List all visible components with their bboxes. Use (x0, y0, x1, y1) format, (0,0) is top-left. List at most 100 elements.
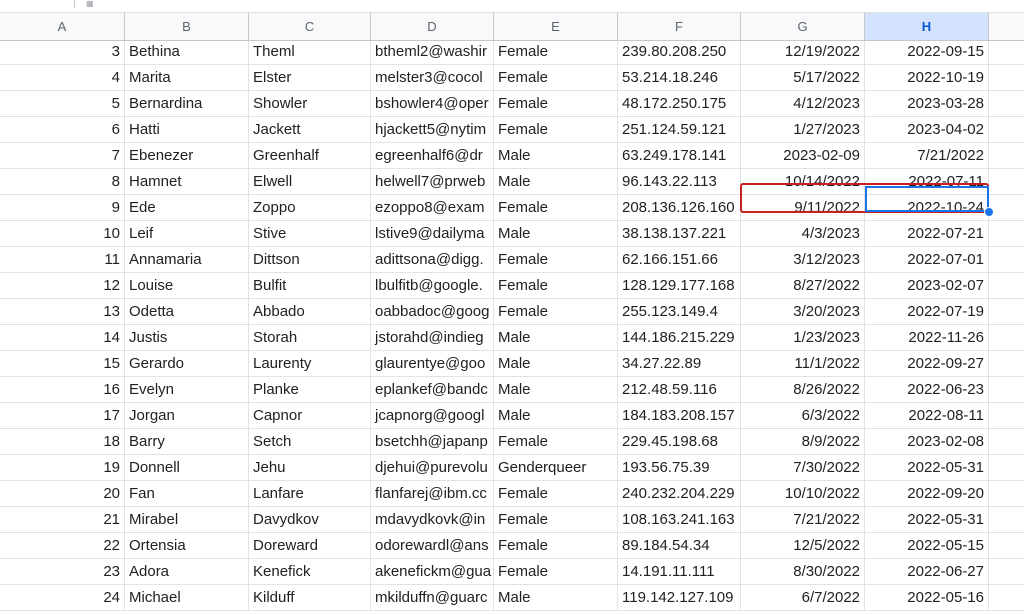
cell-a[interactable]: 19 (0, 455, 125, 481)
cell-b[interactable]: Ortensia (125, 533, 249, 559)
cell-a[interactable]: 16 (0, 377, 125, 403)
cell-c[interactable]: Planke (249, 377, 371, 403)
cell-c[interactable]: Kilduff (249, 585, 371, 611)
cell-h[interactable]: 2023-02-08 (865, 429, 989, 455)
cell-h[interactable]: 2022-07-01 (865, 247, 989, 273)
cell-b[interactable]: Michael (125, 585, 249, 611)
cell-c[interactable]: Showler (249, 91, 371, 117)
cell-c[interactable]: Elster (249, 65, 371, 91)
cell-empty[interactable] (989, 351, 1024, 377)
cell-e[interactable]: Female (494, 559, 618, 585)
cell-e[interactable]: Male (494, 403, 618, 429)
cell-empty[interactable] (989, 559, 1024, 585)
cell-f[interactable]: 14.191.11.111 (618, 559, 741, 585)
cell-b[interactable]: Ebenezer (125, 143, 249, 169)
cell-c[interactable]: Kenefick (249, 559, 371, 585)
cell-d[interactable]: flanfarej@ibm.cc (371, 481, 494, 507)
cell-b[interactable]: Hamnet (125, 169, 249, 195)
cell-g[interactable]: 7/30/2022 (741, 455, 865, 481)
cell-c[interactable]: Elwell (249, 169, 371, 195)
cell-d[interactable]: oabbadoc@goog (371, 299, 494, 325)
cell-empty[interactable] (989, 195, 1024, 221)
cell-b[interactable]: Ede (125, 195, 249, 221)
cell-c[interactable]: Jehu (249, 455, 371, 481)
cell-b[interactable]: Gerardo (125, 351, 249, 377)
cell-e[interactable]: Male (494, 377, 618, 403)
cell-empty[interactable] (989, 585, 1024, 611)
cell-d[interactable]: akenefickm@gua (371, 559, 494, 585)
cell-h[interactable]: 2022-05-16 (865, 585, 989, 611)
cell-h[interactable]: 2022-09-27 (865, 351, 989, 377)
cell-a[interactable]: 17 (0, 403, 125, 429)
cell-b[interactable]: Justis (125, 325, 249, 351)
cell-d[interactable]: egreenhalf6@dr (371, 143, 494, 169)
cell-d[interactable]: eplankef@bandc (371, 377, 494, 403)
cell-e[interactable]: Female (494, 41, 618, 65)
cell-empty[interactable] (989, 117, 1024, 143)
cell-g[interactable]: 5/17/2022 (741, 65, 865, 91)
cell-f[interactable]: 53.214.18.246 (618, 65, 741, 91)
cell-g[interactable]: 7/21/2022 (741, 507, 865, 533)
cell-b[interactable]: Odetta (125, 299, 249, 325)
cell-h[interactable]: 2022-08-11 (865, 403, 989, 429)
cell-a[interactable]: 5 (0, 91, 125, 117)
cell-f[interactable]: 34.27.22.89 (618, 351, 741, 377)
cell-c[interactable]: Bulfit (249, 273, 371, 299)
cell-empty[interactable] (989, 299, 1024, 325)
cell-empty[interactable] (989, 507, 1024, 533)
cell-e[interactable]: Female (494, 65, 618, 91)
cell-f[interactable]: 184.183.208.157 (618, 403, 741, 429)
cell-h[interactable]: 2022-07-19 (865, 299, 989, 325)
column-header-a[interactable]: A (0, 12, 125, 41)
cell-empty[interactable] (989, 533, 1024, 559)
cell-a[interactable]: 10 (0, 221, 125, 247)
cell-f[interactable]: 239.80.208.250 (618, 41, 741, 65)
cell-empty[interactable] (989, 247, 1024, 273)
cell-h[interactable]: 2022-07-11 (865, 169, 989, 195)
cell-empty[interactable] (989, 169, 1024, 195)
cell-g[interactable]: 12/5/2022 (741, 533, 865, 559)
cell-b[interactable]: Donnell (125, 455, 249, 481)
cell-c[interactable]: Dittson (249, 247, 371, 273)
cell-g[interactable]: 1/23/2023 (741, 325, 865, 351)
cell-f[interactable]: 128.129.177.168 (618, 273, 741, 299)
cell-f[interactable]: 144.186.215.229 (618, 325, 741, 351)
cell-empty[interactable] (989, 221, 1024, 247)
cell-empty[interactable] (989, 455, 1024, 481)
cell-empty[interactable] (989, 41, 1024, 65)
cell-c[interactable]: Doreward (249, 533, 371, 559)
cell-f[interactable]: 212.48.59.116 (618, 377, 741, 403)
cell-h[interactable]: 2022-07-21 (865, 221, 989, 247)
cell-b[interactable]: Marita (125, 65, 249, 91)
cell-empty[interactable] (989, 65, 1024, 91)
cell-d[interactable]: adittsona@digg. (371, 247, 494, 273)
cell-a[interactable]: 4 (0, 65, 125, 91)
cell-b[interactable]: Leif (125, 221, 249, 247)
cell-b[interactable]: Evelyn (125, 377, 249, 403)
cell-c[interactable]: Abbado (249, 299, 371, 325)
cell-d[interactable]: helwell7@prweb (371, 169, 494, 195)
cell-d[interactable]: ezoppo8@exam (371, 195, 494, 221)
cell-d[interactable]: melster3@cocol (371, 65, 494, 91)
fill-handle[interactable] (984, 207, 994, 217)
cell-f[interactable]: 229.45.198.68 (618, 429, 741, 455)
cell-b[interactable]: Adora (125, 559, 249, 585)
cell-g[interactable]: 10/10/2022 (741, 481, 865, 507)
cell-g[interactable]: 3/20/2023 (741, 299, 865, 325)
cell-h[interactable]: 2022-06-23 (865, 377, 989, 403)
cell-b[interactable]: Louise (125, 273, 249, 299)
cell-g[interactable]: 8/9/2022 (741, 429, 865, 455)
column-header-g[interactable]: G (741, 12, 865, 41)
cell-d[interactable]: odorewardl@ans (371, 533, 494, 559)
cell-a[interactable]: 24 (0, 585, 125, 611)
cell-g[interactable]: 12/19/2022 (741, 41, 865, 65)
cell-h[interactable]: 7/21/2022 (865, 143, 989, 169)
cell-h[interactable]: 2022-06-27 (865, 559, 989, 585)
cell-c[interactable]: Capnor (249, 403, 371, 429)
cell-empty[interactable] (989, 429, 1024, 455)
cell-g[interactable]: 6/3/2022 (741, 403, 865, 429)
cell-d[interactable]: lstive9@dailyma (371, 221, 494, 247)
cell-b[interactable]: Bethina (125, 41, 249, 65)
cell-b[interactable]: Jorgan (125, 403, 249, 429)
cell-b[interactable]: Bernardina (125, 91, 249, 117)
